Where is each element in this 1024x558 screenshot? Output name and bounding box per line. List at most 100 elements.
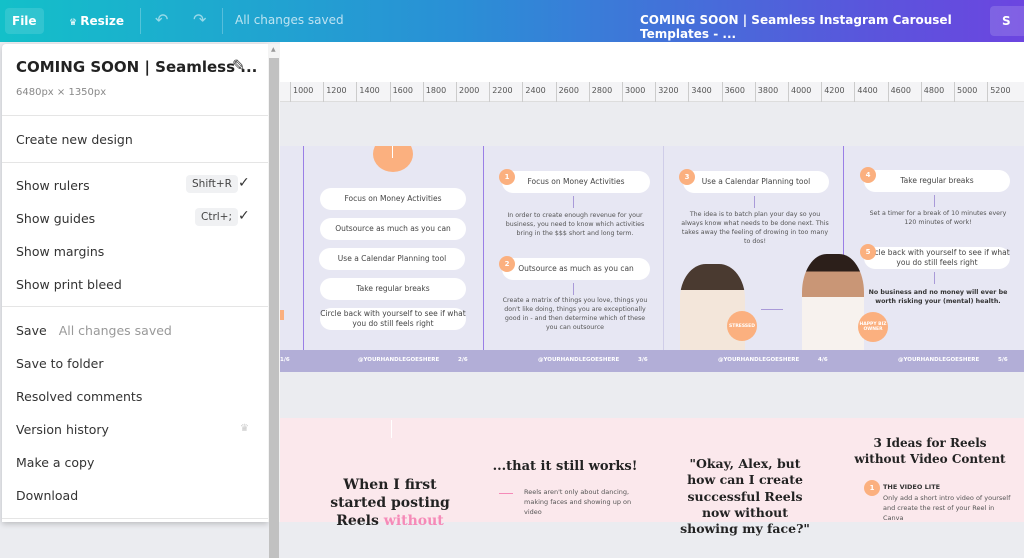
ruler-tick — [887, 82, 889, 102]
ruler-tick — [920, 82, 922, 102]
top-toolbar: File ♛ Resize ↶ ↷ All changes saved COMI… — [0, 0, 1024, 42]
guide-line[interactable] — [303, 146, 304, 372]
arrow-down-icon — [934, 195, 935, 207]
ruler-tick — [522, 82, 524, 102]
arrow-down-icon — [754, 196, 755, 208]
list-pill: Focus on Money Activities — [320, 188, 466, 210]
menu-item-resolved-comments[interactable]: Resolved comments — [16, 389, 142, 404]
reels-page[interactable]: When I first started posting Reels witho… — [280, 418, 1024, 536]
list-pill: Take regular breaks — [320, 278, 466, 300]
menu-design-title[interactable]: COMING SOON | Seamless ... — [16, 58, 257, 76]
arrow-down-icon — [573, 283, 574, 295]
ruler-label: 1000 — [293, 86, 314, 95]
share-button[interactable]: S — [990, 6, 1024, 36]
step-description: The idea is to batch plan your day so yo… — [681, 211, 829, 246]
stressed-badge: STRESSED — [727, 311, 757, 341]
scrollbar-thumb[interactable] — [269, 58, 279, 558]
page-number: 5/6 — [998, 357, 1008, 363]
ruler-tick — [854, 82, 856, 102]
ruler-tick — [754, 82, 756, 102]
save-status: All changes saved — [58, 323, 172, 338]
file-menu: COMING SOON | Seamless ... ✎ 6480px × 13… — [2, 44, 268, 522]
ruler-tick — [456, 82, 457, 102]
shortcut-badge: Ctrl+; — [195, 208, 239, 226]
step-description: No business and no money will ever be wo… — [868, 289, 1008, 306]
heading-highlight: without — [383, 513, 444, 530]
ruler-label: 4000 — [791, 86, 812, 95]
design-dimensions: 6480px × 1350px — [16, 87, 107, 98]
reels-heading: ...that it still works! — [492, 459, 638, 474]
handle-text: @YOURHANDLEGOESHERE — [358, 357, 440, 363]
ruler-tick — [356, 82, 358, 102]
undo-icon[interactable]: ↶ — [155, 10, 168, 29]
menu-item-save[interactable]: Save All changes saved — [16, 323, 172, 338]
step-number: 2 — [499, 256, 515, 272]
step-description: Create a matrix of things you love, thin… — [502, 297, 648, 332]
flower-shape — [280, 310, 284, 320]
ruler-tick — [655, 82, 657, 102]
ruler-label: 1400 — [359, 86, 380, 95]
redo-icon[interactable]: ↷ — [193, 10, 206, 29]
menu-item-create-new-design[interactable]: Create new design — [16, 132, 133, 147]
document-title[interactable]: COMING SOON | Seamless Instagram Carouse… — [640, 13, 1024, 41]
ruler-label: 5000 — [957, 86, 978, 95]
menu-item-show-print-bleed[interactable]: Show print bleed — [16, 277, 122, 292]
page-number: 1/6 — [280, 357, 290, 363]
menu-item-version-history[interactable]: Version history — [16, 422, 109, 437]
ruler-tick — [389, 82, 391, 102]
slide-footer: 1/6 @YOURHANDLEGOESHERE 2/6 @YOURHANDLEG… — [280, 350, 1024, 372]
ruler-tick — [588, 82, 590, 102]
reels-heading: 3 Ideas for Reels without Video Content — [854, 436, 1006, 466]
step-pill: Focus on Money Activities — [502, 171, 650, 193]
pencil-icon[interactable]: ✎ — [232, 56, 245, 75]
resize-button[interactable]: ♛ Resize — [62, 8, 131, 34]
ruler-label: 1800 — [425, 86, 447, 95]
menu-item-make-a-copy[interactable]: Make a copy — [16, 455, 94, 470]
shortcut-badge: Shift+R — [186, 175, 238, 193]
ruler-tick — [688, 82, 690, 102]
flower-shape — [373, 146, 413, 172]
menu-item-download[interactable]: Download — [16, 488, 78, 503]
heading-text: Reels — [336, 513, 379, 530]
idea-number: 1 — [864, 480, 880, 496]
guide-line[interactable] — [483, 146, 484, 372]
step-pill: Use a Calendar Planning tool — [683, 171, 829, 193]
reels-text: Reels aren't only about dancing, making … — [524, 488, 632, 516]
carousel-page[interactable]: Focus on Money Activities Outsource as m… — [280, 146, 1024, 372]
menu-item-save-to-folder[interactable]: Save to folder — [16, 356, 103, 371]
arrow-right-icon — [761, 309, 783, 310]
menu-item-show-margins[interactable]: Show margins — [16, 244, 104, 259]
idea-title: THE VIDEO LITE — [883, 483, 941, 491]
file-menu-button[interactable]: File — [5, 8, 44, 34]
arrow-down-icon — [934, 272, 935, 284]
heading-text: When I first started posting — [330, 477, 450, 512]
list-pill: Outsource as much as you can — [320, 218, 466, 240]
handle-text: @YOURHANDLEGOESHERE — [898, 357, 980, 363]
menu-scrollbar[interactable]: ▲ — [268, 44, 280, 558]
divider — [140, 8, 141, 34]
page-number: 3/6 — [638, 357, 648, 363]
reels-heading: "Okay, Alex, but how can I create succes… — [680, 456, 810, 536]
ruler-tick — [489, 82, 491, 102]
ruler-label: 1200 — [326, 86, 347, 95]
happy-biz-owner-badge: HAPPY BIZ OWNER — [858, 312, 888, 342]
menu-item-show-rulers[interactable]: Show rulers — [16, 178, 90, 193]
step-number: 5 — [860, 244, 876, 260]
crown-icon: ♛ — [69, 18, 81, 28]
ruler-label: 3200 — [658, 86, 679, 95]
happy-woman-photo — [802, 254, 864, 350]
ruler-label: 2200 — [492, 86, 513, 95]
crown-icon: ♛ — [240, 423, 249, 434]
canvas-header — [280, 42, 1024, 82]
scroll-up-icon[interactable]: ▲ — [271, 46, 276, 53]
arrow-icon — [392, 146, 393, 158]
menu-item-show-guides[interactable]: Show guides — [16, 211, 95, 226]
step-pill: Outsource as much as you can — [502, 258, 650, 280]
horizontal-ruler[interactable]: 1000 1200 1400 1600 1800 2000 2200 2400 2600 2800… — [280, 82, 1024, 102]
reels-heading: When I first started posting Reels witho… — [320, 476, 460, 531]
idea-text: Only add a short intro video of yourself… — [883, 494, 1011, 522]
arrow-icon — [391, 420, 392, 438]
ruler-tick — [422, 82, 424, 102]
ruler-label: 4600 — [890, 86, 911, 95]
divider — [222, 8, 223, 34]
